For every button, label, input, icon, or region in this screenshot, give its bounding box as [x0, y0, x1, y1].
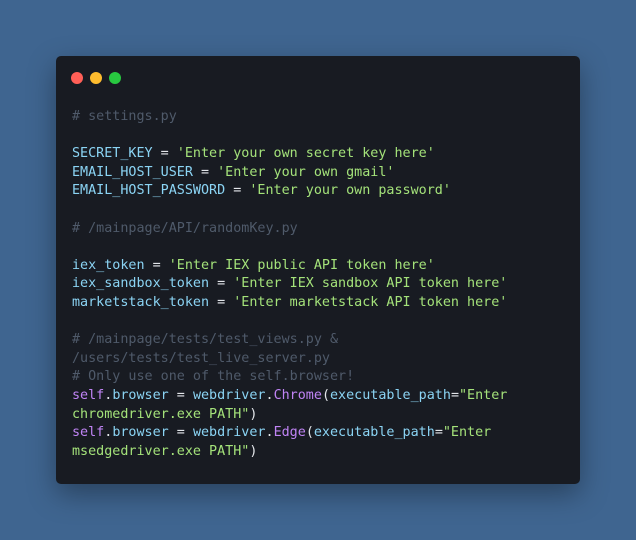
code-block: # settings.py SECRET_KEY = 'Enter your o… — [72, 108, 507, 461]
operator: = — [192, 164, 218, 180]
code-line: msedgedriver.exe PATH") — [72, 443, 507, 462]
operator: = — [434, 425, 443, 441]
code-line: chromedriver.exe PATH") — [72, 406, 507, 425]
operator: = — [225, 183, 250, 199]
self-keyword: self — [72, 387, 105, 403]
code-line: # settings.py — [72, 108, 507, 127]
code-line: /users/tests/test_live_server.py — [72, 350, 507, 369]
module: webdriver — [192, 387, 266, 403]
variable: SECRET_KEY — [72, 146, 153, 162]
parameter: executable_path — [330, 387, 451, 403]
string: 'Enter your own gmail' — [217, 164, 395, 180]
paren: ( — [305, 425, 314, 441]
variable: iex_token — [72, 257, 145, 273]
paren: ) — [249, 406, 258, 422]
string: 'Enter IEX sandbox API token here' — [233, 276, 508, 292]
variable: marketstack_token — [72, 294, 210, 310]
string: 'Enter your own password' — [249, 183, 451, 199]
string: 'Enter IEX public API token here' — [168, 257, 435, 273]
dot: . — [265, 425, 274, 441]
code-line: SECRET_KEY = 'Enter your own secret key … — [72, 145, 507, 164]
string: 'Enter your own secret key here' — [176, 146, 435, 162]
string: "Enter — [442, 425, 492, 441]
string: msedgedriver.exe PATH" — [72, 443, 250, 459]
code-line: iex_token = 'Enter IEX public API token … — [72, 257, 507, 276]
variable: EMAIL_HOST_USER — [72, 164, 193, 180]
comment: # Only use one of the self.browser! — [72, 369, 355, 385]
page: { "window": { "controls": ["close", "min… — [0, 0, 636, 540]
variable: EMAIL_HOST_PASSWORD — [72, 183, 226, 199]
parameter: executable_path — [313, 425, 435, 441]
operator: = — [168, 425, 193, 441]
minimize-button[interactable] — [90, 72, 102, 84]
code-line: EMAIL_HOST_PASSWORD = 'Enter your own pa… — [72, 182, 507, 201]
module: webdriver — [192, 425, 266, 441]
operator: = — [168, 387, 193, 403]
code-line: # Only use one of the self.browser! — [72, 368, 507, 387]
string: 'Enter marketstack API token here' — [233, 294, 508, 310]
comment: # /mainpage/API/randomKey.py — [72, 220, 298, 236]
code-line: self.browser = webdriver.Edge(executable… — [72, 424, 507, 443]
close-button[interactable] — [71, 72, 83, 84]
code-line: EMAIL_HOST_USER = 'Enter your own gmail' — [72, 164, 507, 183]
comment: # settings.py — [72, 109, 177, 124]
paren: ) — [249, 443, 258, 459]
operator: = — [209, 276, 234, 292]
code-window: # settings.py SECRET_KEY = 'Enter your o… — [56, 56, 580, 484]
operator: = — [144, 257, 169, 273]
comment: # /mainpage/tests/test_views.py & — [72, 332, 339, 348]
code-line: marketstack_token = 'Enter marketstack A… — [72, 294, 507, 313]
maximize-button[interactable] — [109, 72, 121, 84]
function-call: Chrome — [273, 387, 322, 403]
code-line: self.browser = webdriver.Chrome(executab… — [72, 387, 507, 406]
window-controls — [71, 72, 121, 84]
string: "Enter — [459, 387, 508, 403]
operator: = — [450, 387, 459, 403]
operator: = — [152, 146, 177, 162]
dot: . — [265, 387, 274, 403]
code-line: iex_sandbox_token = 'Enter IEX sandbox A… — [72, 275, 507, 294]
variable: iex_sandbox_token — [72, 276, 210, 292]
self-keyword: self — [72, 425, 105, 441]
code-line: # /mainpage/API/randomKey.py — [72, 220, 507, 239]
attribute: browser — [112, 425, 169, 441]
function-call: Edge — [273, 425, 306, 441]
operator: = — [209, 294, 234, 310]
comment: /users/tests/test_live_server.py — [72, 350, 330, 366]
paren: ( — [321, 387, 330, 403]
string: chromedriver.exe PATH" — [72, 406, 250, 422]
code-line: # /mainpage/tests/test_views.py & — [72, 331, 507, 350]
attribute: browser — [112, 387, 169, 403]
